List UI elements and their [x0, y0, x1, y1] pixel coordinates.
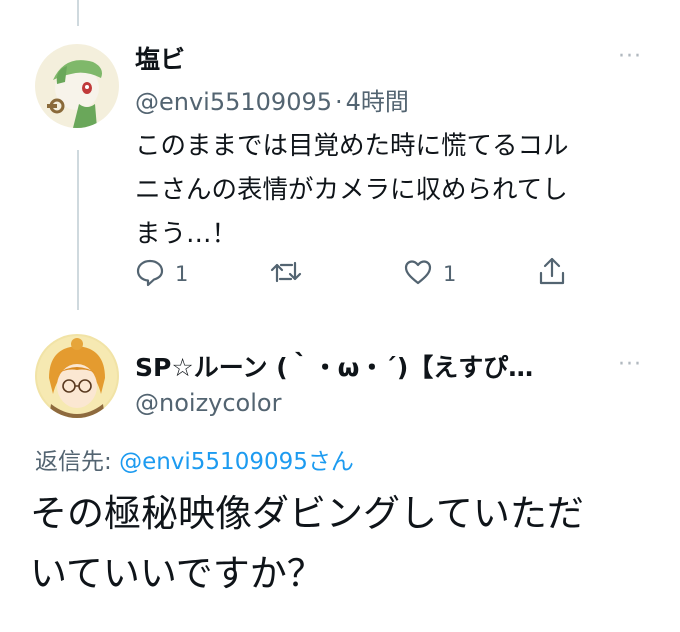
reply-count: 1: [175, 262, 189, 286]
tweet-text-line: ニさんの表情がカメラに収められてし: [135, 175, 568, 205]
tweet-text-line: まう…！: [135, 219, 238, 249]
separator: ·: [335, 88, 343, 116]
handle[interactable]: @envi55109095: [135, 88, 332, 116]
like-icon: [403, 257, 433, 291]
share-button[interactable]: [537, 255, 567, 291]
tweet-thread: 塩ビ @envi55109095 · 4時間 ··· このままでは目覚めた時に慌てる…: [0, 0, 680, 632]
replying-to-suffix: さん: [307, 449, 354, 475]
more-options-icon[interactable]: ···: [618, 352, 642, 377]
replying-to-label: 返信先:: [35, 449, 112, 475]
tweet-text-line: このままでは目覚めた時に慌てるコル: [135, 131, 569, 161]
retweet-icon: [270, 257, 302, 291]
share-icon: [537, 255, 567, 291]
reply-button[interactable]: 1: [135, 257, 188, 291]
display-name[interactable]: SP☆ルーン (｀・ω・´)【えすぴ…: [135, 348, 533, 384]
avatar-noizycolor[interactable]: [35, 334, 119, 418]
retweet-button[interactable]: [270, 257, 302, 291]
replying-to: 返信先: @envi55109095さん: [35, 442, 354, 476]
avatar-envi[interactable]: [35, 44, 119, 128]
tweet-text: このままでは目覚めた時に慌てるコル ニさんの表情がカメラに収められてし まう…！: [135, 124, 655, 256]
like-count: 1: [443, 262, 457, 286]
thread-line-connector: [77, 150, 79, 310]
timestamp[interactable]: 4時間: [346, 88, 409, 116]
more-options-icon[interactable]: ···: [618, 44, 642, 69]
reply-icon: [135, 257, 165, 291]
replying-to-handle[interactable]: @envi55109095: [119, 449, 308, 475]
tweet-text-line: いていいですか？: [30, 552, 324, 595]
tweet-text: その極秘映像ダビングしていただ いていいですか？: [30, 484, 660, 604]
thread-line-top: [77, 0, 79, 26]
display-name[interactable]: 塩ビ: [135, 40, 185, 76]
tweet-text-line: その極秘映像ダビングしていただ: [30, 492, 584, 535]
handle[interactable]: @noizycolor: [135, 389, 281, 417]
handle-and-time[interactable]: @envi55109095 · 4時間: [135, 82, 409, 117]
like-button[interactable]: 1: [403, 257, 456, 291]
